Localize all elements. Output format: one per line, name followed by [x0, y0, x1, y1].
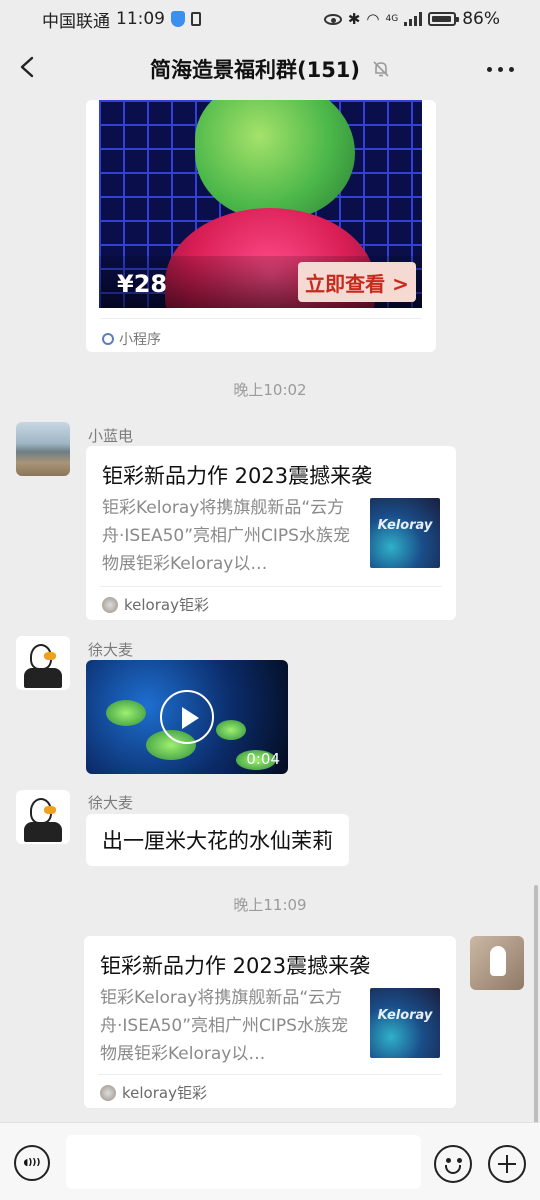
bluetooth-icon: ✱ [347, 10, 361, 28]
thumbnail-text: Keloray [377, 518, 433, 533]
card-divider [98, 1074, 442, 1075]
battery-icon [428, 12, 460, 26]
article-source: keloray钜彩 [102, 594, 209, 615]
message-input[interactable] [66, 1135, 421, 1189]
source-name: keloray钜彩 [124, 596, 209, 614]
back-icon[interactable] [18, 56, 40, 78]
video-duration: 0:04 [246, 750, 280, 768]
article-description: 钜彩Keloray将携旗舰新品“云方舟·ISEA50”亮相广州CIPS水族宠物展… [102, 498, 350, 574]
card-divider [100, 318, 422, 319]
article-title: 钜彩新品力作 2023震撼来袭 [102, 464, 373, 488]
avatar[interactable] [16, 790, 70, 844]
chat-title: 简海造景福利群(151) [149, 58, 361, 82]
carrier-label: 中国联通 [42, 11, 110, 32]
input-bar: ◖))) [0, 1122, 540, 1200]
status-right: ✱ ◠ 4G 86% [323, 9, 500, 29]
sender-name: 小蓝电 [88, 427, 134, 445]
network-type: 4G [385, 14, 399, 24]
avatar[interactable] [16, 422, 70, 476]
mute-bell-icon [373, 61, 389, 77]
signal-icon [404, 12, 423, 26]
source-avatar-icon [102, 596, 118, 613]
article-title: 钜彩新品力作 2023震撼来袭 [100, 954, 371, 978]
sender-name: 徐大麦 [88, 794, 134, 812]
chat-header: 简海造景福利群(151) [0, 38, 540, 100]
message-list[interactable]: ¥28 立即查看 > 小程序 晚上10:02 小蓝电 钜彩新品力作 2023震撼… [0, 100, 540, 1122]
shield-icon [171, 11, 185, 27]
play-icon[interactable] [160, 690, 214, 744]
card-divider [100, 586, 442, 587]
clock: 11:09 [116, 9, 165, 29]
sender-name: 徐大麦 [88, 641, 134, 659]
mini-program-label: 小程序 [119, 332, 161, 348]
mini-program-source: 小程序 [102, 329, 161, 349]
more-options-icon[interactable] [487, 67, 514, 72]
timestamp: 晚上10:02 [233, 381, 307, 399]
emoji-icon[interactable] [434, 1145, 472, 1183]
status-left: 中国联通 11:09 [42, 7, 201, 32]
avatar[interactable] [16, 636, 70, 690]
text-message[interactable]: 出一厘米大花的水仙茉莉 [86, 814, 349, 866]
source-name: keloray钜彩 [122, 1084, 207, 1102]
thumbnail-text: Keloray [377, 1008, 433, 1023]
article-card[interactable]: 钜彩新品力作 2023震撼来袭 钜彩Keloray将携旗舰新品“云方舟·ISEA… [86, 446, 456, 620]
voice-input-icon[interactable]: ◖))) [14, 1145, 50, 1181]
view-now-button[interactable]: 立即查看 > [298, 262, 416, 302]
mini-program-card[interactable]: ¥28 立即查看 > 小程序 [86, 100, 436, 352]
price-label: ¥28 [117, 270, 168, 298]
battery-percent: 86% [462, 9, 500, 29]
scrollbar[interactable] [534, 885, 538, 1125]
chat-title-wrap: 简海造景福利群(151) [150, 54, 390, 84]
video-message[interactable]: 0:04 [86, 660, 288, 774]
wifi-icon: ◠ [366, 10, 380, 28]
self-avatar[interactable] [470, 936, 524, 990]
mini-program-icon [102, 333, 114, 345]
source-avatar-icon [100, 1084, 116, 1101]
add-more-icon[interactable] [488, 1145, 526, 1183]
article-description: 钜彩Keloray将携旗舰新品“云方舟·ISEA50”亮相广州CIPS水族宠物展… [100, 988, 348, 1064]
sim-icon [191, 12, 201, 26]
article-thumbnail: Keloray [370, 498, 440, 568]
eye-icon [323, 13, 342, 25]
article-source: keloray钜彩 [100, 1082, 207, 1103]
status-bar: 中国联通 11:09 ✱ ◠ 4G 86% [0, 0, 540, 38]
article-thumbnail: Keloray [370, 988, 440, 1058]
coral-product-image: ¥28 立即查看 > [99, 100, 422, 308]
article-card[interactable]: 钜彩新品力作 2023震撼来袭 钜彩Keloray将携旗舰新品“云方舟·ISEA… [84, 936, 456, 1108]
timestamp: 晚上11:09 [233, 896, 307, 914]
